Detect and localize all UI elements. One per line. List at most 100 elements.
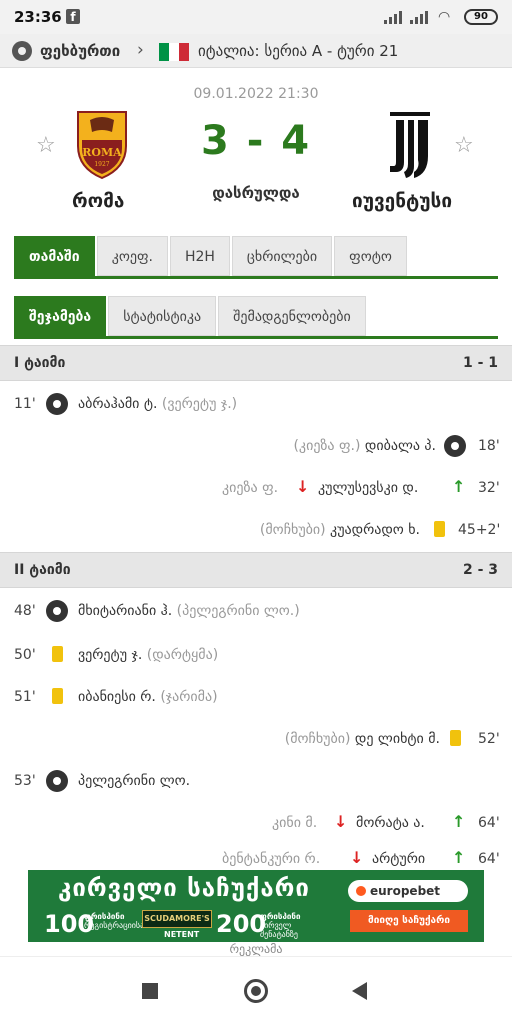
event-text: აბრაჰამი ტ. (ვერეტუ ჯ.) [78, 396, 237, 412]
event-reason: (მოჩხუბი) [284, 731, 351, 747]
match-score: 3 - 4 [200, 118, 312, 164]
ad-text-200: ფრისპინი პირველ შენატანზე [260, 912, 301, 939]
half-score: 1 - 1 [462, 355, 498, 371]
tab-standings[interactable]: ცხრილები [231, 236, 333, 276]
status-bar: 23:36 f ◠ 90 [0, 0, 512, 34]
sub-in-arrow-icon: ↑ [452, 848, 466, 867]
event-assist: (ვერეტუ ჯ.) [161, 396, 238, 412]
roma-crest-icon[interactable]: ROMA 1927 [74, 110, 130, 180]
match-tabs: თამაში კოეფ. H2H ცხრილები ფოტო [14, 236, 409, 278]
event-player[interactable]: პელეგრინი ლო. [78, 773, 190, 789]
event-reason: (დარტყმა) [146, 647, 219, 663]
event-player[interactable]: იბანიესი რ. [78, 689, 156, 705]
home-icon[interactable] [244, 979, 268, 1003]
event-text: ვერეტუ ჯ. (დარტყმა) [78, 647, 218, 663]
goal-icon [46, 600, 68, 622]
event-row: კინი მ. ↓ მორატა ა. ↑ 64' [0, 806, 512, 842]
event-text: (კიეზა ფ.) დიბალა პ. [293, 438, 436, 454]
ad-label: რეკლამა [229, 942, 283, 956]
event-player[interactable]: კუადრადო ხ. [330, 522, 420, 538]
yellow-card-icon [434, 521, 445, 537]
sub-out-player[interactable]: ბენტანკური რ. [222, 851, 320, 867]
event-assist: (პელეგრინი ლო.) [176, 603, 300, 619]
roma-crest-year: 1927 [94, 161, 109, 168]
event-reason: (მოჩხუბი) [259, 522, 326, 538]
event-row: 51' იბანიესი რ. (ჯარიმა) [0, 680, 512, 716]
event-row: 53' პელეგრინი ლო. [0, 764, 512, 800]
sub-in-player[interactable]: მორატა ა. [356, 815, 425, 831]
sub-out-arrow-icon: ↓ [350, 848, 364, 867]
goal-icon [46, 770, 68, 792]
tab-lineups[interactable]: შემადგენლობები [218, 296, 366, 336]
recent-apps-icon[interactable] [142, 983, 158, 999]
event-assist: (კიეზა ფ.) [293, 438, 361, 454]
tab-game[interactable]: თამაში [14, 236, 95, 276]
sub-in-player[interactable]: არტური [372, 851, 425, 867]
event-player[interactable]: დიბალა პ. [365, 438, 436, 454]
match-datetime: 09.01.2022 21:30 [193, 86, 319, 102]
ad-title: კირველი საჩუქარი [58, 874, 310, 902]
tab-photo[interactable]: ფოტო [334, 236, 407, 276]
tab-h2h[interactable]: H2H [169, 236, 230, 276]
event-minute: 64' [478, 851, 500, 867]
sub-out-player[interactable]: კინი მ. [272, 815, 317, 831]
sub-tabs: შეჯამება სტატისტიკა შემადგენლობები [14, 296, 368, 338]
half-score: 2 - 3 [462, 562, 498, 578]
half-label: II ტაიმი [14, 562, 71, 578]
event-row: 48' მხიტარიანი ჰ. (პელეგრინი ლო.) [0, 594, 512, 630]
event-player[interactable]: ვერეტუ ჯ. [78, 647, 142, 663]
event-text: (მოჩხუბი) დე ლიხტი მ. [285, 731, 440, 747]
favorite-star-icon[interactable]: ☆ [36, 133, 56, 158]
yellow-card-icon [450, 730, 461, 746]
event-row: (კიეზა ფ.) დიბალა პ. 18' [0, 429, 512, 465]
ad-cta-button[interactable]: მიიღე საჩუქარი [350, 910, 468, 932]
yellow-card-icon [52, 646, 63, 662]
wifi-icon: ◠ [438, 9, 451, 25]
roma-crest-text: ROMA [82, 146, 122, 159]
italy-flag-icon [159, 43, 189, 61]
breadcrumb-league[interactable]: იტალია: სერია A - ტური 21 [198, 42, 398, 60]
event-minute: 51' [14, 689, 36, 705]
ad-text-100: ფრისპინი რეგისტრაციისას [84, 912, 149, 930]
event-text: მხიტარიანი ჰ. (პელეგრინი ლო.) [78, 603, 300, 619]
event-row: 11' აბრაჰამი ტ. (ვერეტუ ჯ.) [0, 387, 512, 423]
favorite-star-icon[interactable]: ☆ [454, 133, 474, 158]
tab-odds[interactable]: კოეფ. [96, 236, 168, 276]
sub-out-arrow-icon: ↓ [296, 477, 310, 496]
goal-icon [46, 393, 68, 415]
event-minute: 48' [14, 603, 36, 619]
event-player[interactable]: აბრაჰამი ტ. [78, 396, 157, 412]
event-minute: 11' [14, 396, 36, 412]
event-row: 50' ვერეტუ ჯ. (დარტყმა) [0, 638, 512, 674]
juventus-crest-icon[interactable] [384, 110, 436, 180]
half-header: I ტაიმი 1 - 1 [0, 345, 512, 381]
event-minute: 18' [478, 438, 500, 454]
event-minute: 52' [478, 731, 500, 747]
battery-icon: 90 [464, 9, 498, 25]
event-text: (მოჩხუბი) კუადრადო ხ. [260, 522, 420, 538]
event-row: (მოჩხუბი) დე ლიხტი მ. 52' [0, 722, 512, 758]
home-team-name[interactable]: რომა [72, 190, 124, 212]
tabs-underline [14, 276, 498, 279]
event-player[interactable]: დე ლიხტი მ. [355, 731, 440, 747]
subtabs-underline [14, 336, 498, 339]
system-nav-bar [0, 956, 512, 1024]
event-player[interactable]: მხიტარიანი ჰ. [78, 603, 172, 619]
event-minute: 45+2' [458, 522, 501, 538]
tab-statistics[interactable]: სტატისტიკა [108, 296, 217, 336]
event-minute: 50' [14, 647, 36, 663]
away-team-name[interactable]: იუვენტუსი [352, 190, 452, 212]
breadcrumb-sport[interactable]: ფეხბურთი [40, 42, 120, 60]
half-header: II ტაიმი 2 - 3 [0, 552, 512, 588]
breadcrumb: ფეხბურთი › იტალია: სერია A - ტური 21 [0, 34, 512, 68]
back-icon[interactable] [352, 982, 367, 1000]
sub-in-arrow-icon: ↑ [452, 477, 466, 496]
ad-banner[interactable]: კირველი საჩუქარი 100 ფრისპინი რეგისტრაციი… [28, 870, 484, 942]
sub-out-player[interactable]: კიეზა ფ. [222, 480, 278, 496]
half-label: I ტაიმი [14, 355, 66, 371]
sub-in-player[interactable]: კულუსევსკი დ. [318, 480, 418, 496]
chevron-right-icon: › [137, 40, 144, 60]
event-minute: 32' [478, 480, 500, 496]
sub-in-arrow-icon: ↑ [452, 812, 466, 831]
tab-summary[interactable]: შეჯამება [14, 296, 107, 336]
